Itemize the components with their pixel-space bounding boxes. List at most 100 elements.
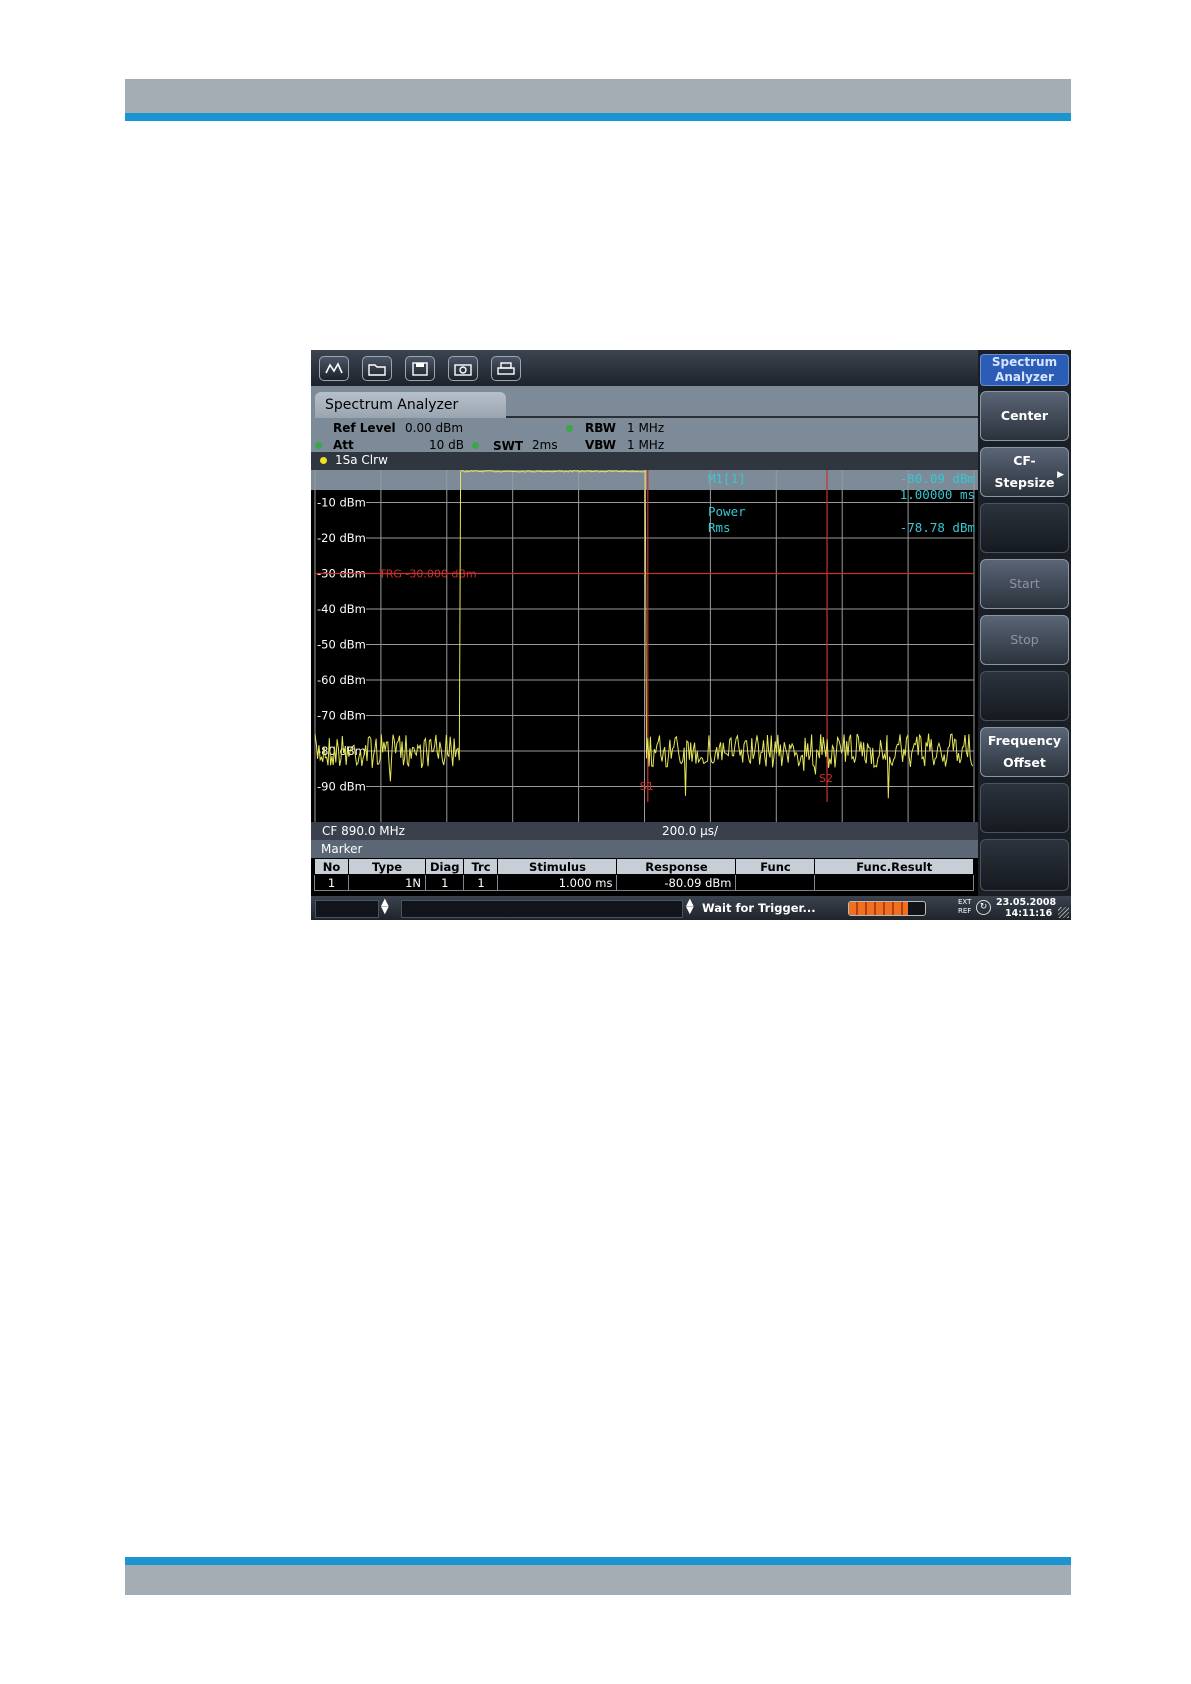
- tab-title: Spectrum Analyzer: [325, 397, 459, 413]
- instrument-screenshot: Spectrum Analyzer Center CF- Stepsize ▶ …: [311, 350, 1071, 920]
- rms-label: Rms: [708, 520, 731, 535]
- page-footer-stripe: [125, 1557, 1071, 1565]
- col-response: Response: [616, 858, 737, 875]
- table-row[interactable]: 1 1N 1 1 1.000 ms -80.09 dBm: [314, 874, 974, 891]
- y-tick-label: -20 dBm: [317, 531, 366, 545]
- camera-icon[interactable]: [448, 356, 478, 381]
- marker-table-title: Marker: [321, 842, 363, 856]
- tab-baseline: [506, 416, 978, 418]
- col-trc: Trc: [463, 858, 499, 875]
- cell-func-result: [814, 874, 974, 891]
- cell-no: 1: [314, 874, 349, 891]
- stop-softkey[interactable]: Stop: [980, 615, 1069, 665]
- att-value: 10 dB: [429, 438, 464, 452]
- spectrum-plot: -10 dBm -20 dBm -30 dBm -40 dBm -50 dBm -60 d…: [311, 469, 978, 822]
- updown-arrows-icon[interactable]: ▲ ▼: [381, 898, 389, 916]
- plot-svg: -10 dBm-20 dBm-30 dBm-40 dBm-50 dBm-60 d…: [314, 469, 975, 822]
- att-indicator-icon: [315, 442, 322, 449]
- progress-bar: [848, 901, 926, 916]
- mode-line2: Analyzer: [995, 370, 1054, 384]
- mode-line1: Spectrum: [991, 355, 1058, 369]
- cell-func: [735, 874, 816, 891]
- cell-trc: 1: [463, 874, 499, 891]
- rbw-label: RBW: [585, 421, 616, 435]
- trace-info-row: 1Sa Clrw: [311, 452, 978, 470]
- status-date: 23.05.2008: [996, 897, 1057, 908]
- left-select-field[interactable]: [315, 900, 379, 918]
- page-header-stripe: [125, 113, 1071, 121]
- cell-response: -80.09 dBm: [616, 874, 737, 891]
- message-field: [401, 900, 683, 918]
- col-func: Func: [735, 858, 816, 875]
- ref-level-value: 0.00 dBm: [405, 421, 464, 435]
- col-stimulus: Stimulus: [497, 858, 618, 875]
- center-softkey-label: Center: [1000, 408, 1049, 423]
- y-tick-label: -10 dBm: [317, 496, 366, 510]
- ref-level-label: Ref Level: [333, 421, 396, 435]
- marker-level: -80.09 dBm: [900, 471, 975, 486]
- y-tick-label: -60 dBm: [317, 673, 366, 687]
- open-folder-icon[interactable]: [362, 356, 392, 381]
- center-softkey[interactable]: Center: [980, 391, 1069, 441]
- empty-softkey-3: [980, 783, 1069, 833]
- col-type: Type: [348, 858, 426, 875]
- page-header-band: [125, 79, 1071, 113]
- start-softkey-label: Start: [1009, 576, 1040, 591]
- trigger-label: TRG -30.000 dBm: [378, 568, 477, 581]
- updown-arrows-icon-2[interactable]: ▲ ▼: [686, 898, 694, 916]
- col-func-result: Func.Result: [814, 858, 974, 875]
- stop-softkey-label: Stop: [1010, 632, 1039, 647]
- y-tick-label: -90 dBm: [317, 780, 366, 794]
- power-label: Power: [708, 504, 746, 519]
- save-icon[interactable]: [405, 356, 435, 381]
- swt-label: SWT: [493, 439, 524, 453]
- marker-table-header: No Type Diag Trc Stimulus Response Func …: [314, 858, 974, 875]
- start-softkey[interactable]: Start: [980, 559, 1069, 609]
- marker-icon[interactable]: [319, 356, 349, 381]
- trace-info: 1Sa Clrw: [335, 453, 388, 467]
- cf-stepsize-softkey[interactable]: CF- Stepsize ▶: [980, 447, 1069, 497]
- rms-value: -78.78 dBm: [900, 520, 975, 535]
- trace-line: [314, 469, 974, 799]
- center-frequency: CF 890.0 MHz: [322, 824, 405, 838]
- resize-grip-icon[interactable]: [1058, 907, 1069, 918]
- marker-time: 1.00000 ms: [900, 487, 975, 502]
- status-time: 14:11:16: [1005, 908, 1053, 919]
- empty-softkey-1: [980, 503, 1069, 553]
- marker-table: No Type Diag Trc Stimulus Response Func …: [314, 858, 974, 891]
- swt-value: 2ms: [532, 438, 558, 452]
- time-per-division: 200.0 µs/: [662, 824, 719, 838]
- gate-label-s1: S1: [640, 780, 654, 793]
- plot-status-row: CF 890.0 MHz 200.0 µs/: [311, 822, 978, 840]
- rbw-indicator-icon: [566, 425, 573, 432]
- ext-ref-icon: ↻: [976, 900, 991, 915]
- gate-label-s2: S2: [819, 772, 833, 785]
- cell-diag: 1: [424, 874, 465, 891]
- frequency-offset-line1: Frequency: [987, 733, 1062, 748]
- frequency-offset-softkey[interactable]: Frequency Offset: [980, 727, 1069, 777]
- y-tick-label: -40 dBm: [317, 602, 366, 616]
- cf-stepsize-line1: CF-: [1013, 453, 1036, 468]
- col-diag: Diag: [424, 858, 465, 875]
- frequency-offset-line2: Offset: [1003, 755, 1046, 770]
- vbw-value: 1 MHz: [627, 438, 665, 452]
- swt-indicator-icon: [472, 442, 479, 449]
- progress-fill: [849, 902, 909, 915]
- rbw-value: 1 MHz: [627, 421, 665, 435]
- y-tick-label: -70 dBm: [317, 709, 366, 723]
- print-icon[interactable]: [491, 356, 521, 381]
- status-bar: ▲ ▼ ▲ ▼ Wait for Trigger... EXT REF ↻ 23.0…: [311, 896, 1071, 920]
- vbw-label: VBW: [585, 438, 617, 452]
- tab-spectrum-analyzer[interactable]: Spectrum Analyzer: [315, 392, 506, 418]
- submenu-arrow-icon: ▶: [1057, 470, 1064, 480]
- mode-spectrum-analyzer-button[interactable]: Spectrum Analyzer: [980, 354, 1069, 386]
- cell-type: 1N: [348, 874, 426, 891]
- att-label: Att: [333, 438, 354, 452]
- empty-softkey-4: [980, 839, 1069, 891]
- page-footer-band: [125, 1565, 1071, 1595]
- toolbar: [311, 350, 978, 386]
- empty-softkey-2: [980, 671, 1069, 721]
- status-message: Wait for Trigger...: [702, 901, 816, 915]
- marker-name: M1[1]: [708, 471, 746, 486]
- col-no: No: [314, 858, 349, 875]
